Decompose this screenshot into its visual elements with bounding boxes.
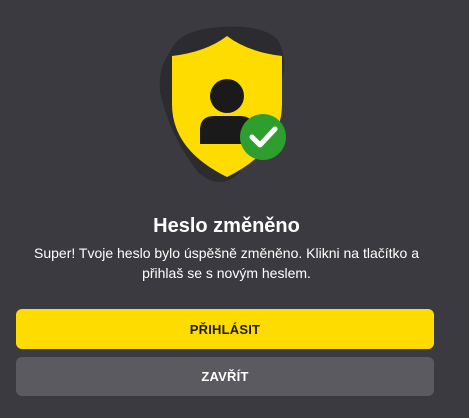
shield-user-check-icon	[150, 22, 300, 187]
user-head	[210, 79, 244, 113]
dialog-message: Super! Tvoje heslo bylo úspěšně změněno.…	[34, 245, 419, 281]
password-changed-dialog: Heslo změněno Super! Tvoje heslo bylo ús…	[0, 0, 469, 418]
check-badge	[240, 114, 286, 160]
close-button[interactable]: ZAVŘÍT	[16, 357, 434, 396]
login-button[interactable]: PŘIHLÁSIT	[16, 309, 434, 349]
dialog-title: Heslo změněno	[153, 215, 300, 237]
